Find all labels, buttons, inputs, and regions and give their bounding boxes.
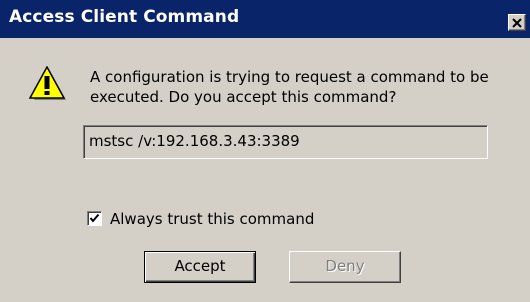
close-button[interactable]	[508, 14, 526, 31]
title-bar[interactable]: Access Client Command	[0, 0, 530, 38]
close-icon	[512, 18, 522, 28]
warning-icon	[28, 65, 68, 102]
checkmark-icon	[89, 213, 100, 223]
message-line-2: executed. Do you accept this command?	[90, 88, 397, 106]
window-title: Access Client Command	[9, 7, 240, 27]
always-trust-checkbox[interactable]	[87, 211, 102, 226]
message-line-1: A configuration is trying to request a c…	[90, 68, 489, 86]
access-client-command-dialog: Access Client Command A configuration is…	[0, 0, 530, 302]
deny-button[interactable]: Deny	[289, 251, 401, 283]
command-field[interactable]: mstsc /v:192.168.3.43:3389	[83, 125, 488, 159]
accept-button[interactable]: Accept	[144, 251, 256, 283]
dialog-message: A configuration is trying to request a c…	[90, 67, 510, 107]
always-trust-label[interactable]: Always trust this command	[110, 210, 314, 228]
